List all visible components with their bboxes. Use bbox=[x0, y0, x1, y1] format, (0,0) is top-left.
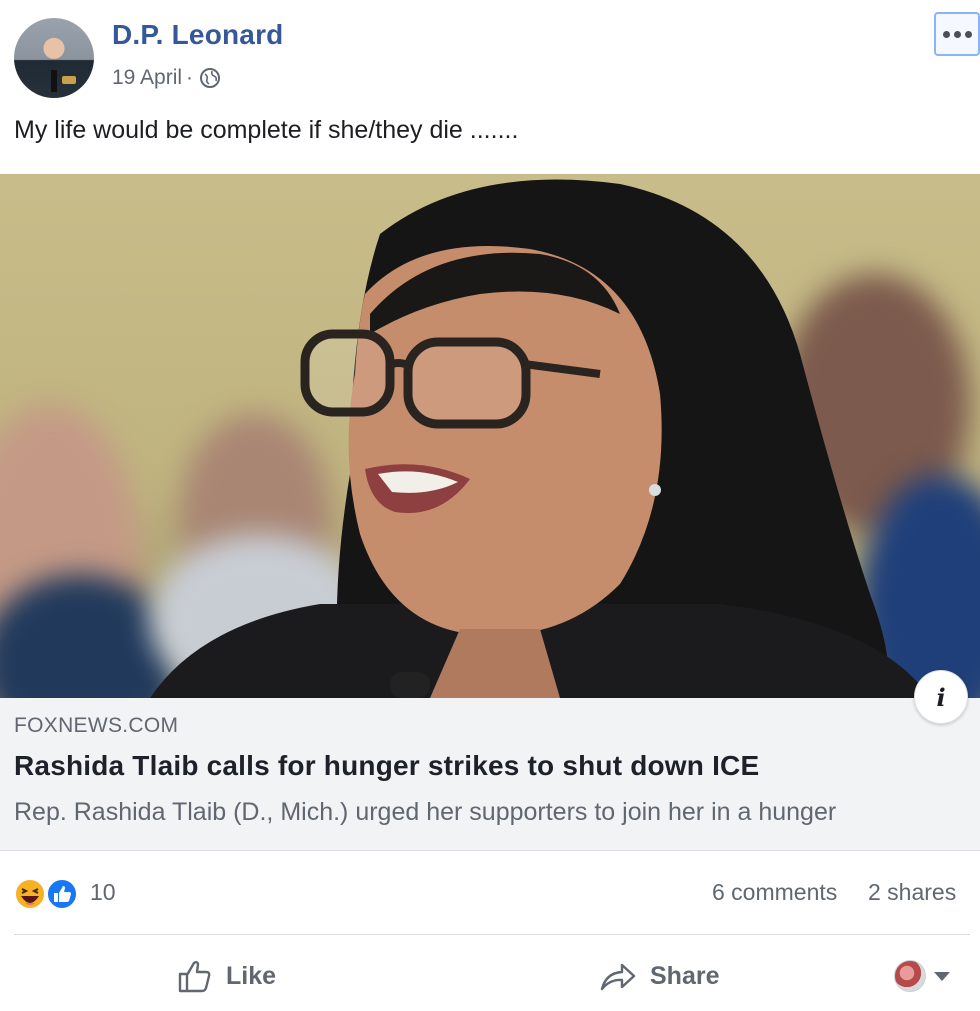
reaction-count[interactable]: 10 bbox=[90, 879, 116, 906]
actions-divider bbox=[14, 934, 970, 935]
info-button[interactable]: i bbox=[914, 670, 968, 724]
share-arrow-icon bbox=[600, 963, 636, 991]
link-description: Rep. Rashida Tlaib (D., Mich.) urged her… bbox=[14, 798, 837, 826]
link-preview-photo[interactable] bbox=[0, 174, 980, 698]
like-label: Like bbox=[226, 961, 277, 990]
engagement-stats: 10 6 comments 2 shares bbox=[0, 862, 980, 924]
avatar-medal bbox=[62, 76, 76, 84]
post-text: My life would be complete if she/they di… bbox=[14, 116, 519, 144]
avatar-tie bbox=[51, 70, 57, 92]
post-date[interactable]: 19 April bbox=[112, 66, 182, 90]
chevron-down-icon bbox=[934, 971, 950, 981]
share-button[interactable]: Share bbox=[598, 954, 719, 998]
like-icon bbox=[46, 878, 78, 910]
globe-icon[interactable] bbox=[199, 67, 221, 89]
shares-count[interactable]: 2 shares bbox=[868, 879, 956, 906]
subject-illustration bbox=[150, 179, 930, 698]
more-dot-icon bbox=[953, 30, 961, 38]
link-title[interactable]: Rashida Tlaib calls for hunger strikes t… bbox=[14, 750, 759, 782]
post-header: D.P. Leonard 19 April · bbox=[0, 0, 980, 110]
share-label: Share bbox=[650, 961, 720, 990]
thumbs-up-icon bbox=[178, 961, 211, 993]
user-avatar bbox=[894, 960, 926, 992]
author-avatar[interactable] bbox=[14, 18, 94, 98]
audience-selector[interactable] bbox=[894, 958, 958, 994]
link-domain: FOXNEWS.COM bbox=[14, 714, 179, 737]
link-preview-card[interactable]: FOXNEWS.COM Rashida Tlaib calls for hung… bbox=[0, 698, 980, 851]
haha-icon bbox=[14, 878, 46, 910]
more-dot-icon bbox=[942, 30, 950, 38]
author-name[interactable]: D.P. Leonard bbox=[112, 19, 283, 51]
meta-separator: · bbox=[186, 66, 194, 89]
like-button[interactable]: Like bbox=[176, 954, 276, 998]
comments-count[interactable]: 6 comments bbox=[712, 879, 837, 906]
more-options-button[interactable] bbox=[934, 12, 980, 56]
reaction-icons[interactable] bbox=[14, 876, 84, 912]
more-dot-icon bbox=[964, 30, 972, 38]
post-meta: 19 April · bbox=[112, 66, 221, 90]
